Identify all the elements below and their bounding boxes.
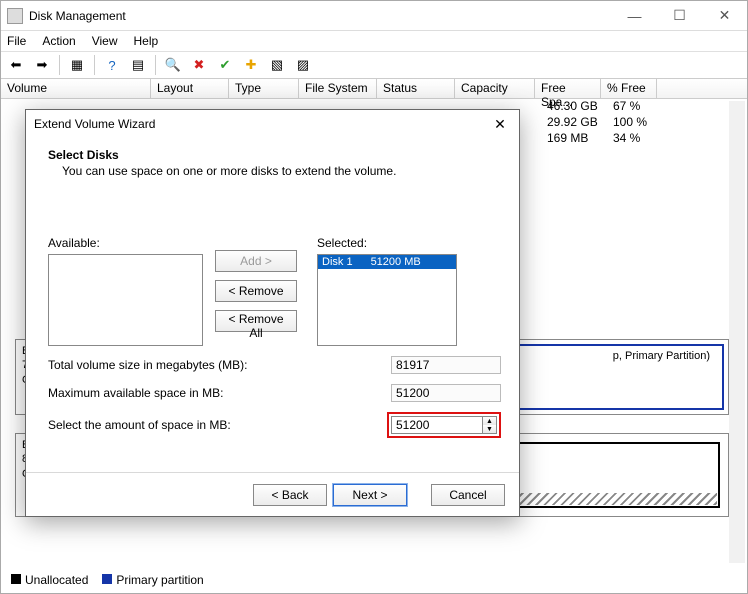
dialog-subheading: You can use space on one or more disks t… <box>62 164 501 178</box>
total-size-label: Total volume size in megabytes (MB): <box>48 358 247 372</box>
cancel-button[interactable]: Cancel <box>431 484 505 506</box>
freespace-cell: 29.92 GB <box>541 115 607 131</box>
help-icon[interactable]: ? <box>101 54 123 76</box>
dialog-title: Extend Volume Wizard <box>26 110 519 138</box>
legend-unallocated: Unallocated <box>11 573 88 587</box>
col-filesystem[interactable]: File System <box>299 79 377 98</box>
amount-input[interactable] <box>391 416 483 434</box>
menu-action[interactable]: Action <box>42 34 75 48</box>
close-button[interactable]: ✕ <box>702 1 747 30</box>
delete-icon[interactable]: ✖ <box>188 54 210 76</box>
col-layout[interactable]: Layout <box>151 79 229 98</box>
primary-swatch-icon <box>102 574 112 584</box>
max-space-label: Maximum available space in MB: <box>48 386 223 400</box>
col-volume[interactable]: Volume <box>1 79 151 98</box>
check-icon[interactable]: ✔ <box>214 54 236 76</box>
col-freespace[interactable]: Free Spa... <box>535 79 601 98</box>
app-icon <box>7 8 23 24</box>
next-button[interactable]: Next > <box>333 484 407 506</box>
col-status[interactable]: Status <box>377 79 455 98</box>
toolbar: ⬅ ➡ ▦ ? ▤ 🔍 ✖ ✔ ✚ ▧ ▨ <box>1 51 747 79</box>
total-size-value: 81917 <box>391 356 501 374</box>
unallocated-swatch-icon <box>11 574 21 584</box>
freespace-cell: 169 MB <box>541 131 607 147</box>
extend-volume-wizard-dialog: Extend Volume Wizard ✕ Select Disks You … <box>25 109 520 517</box>
refresh2-icon[interactable]: ▨ <box>292 54 314 76</box>
col-capacity[interactable]: Capacity <box>455 79 535 98</box>
titlebar: Disk Management — ☐ ✕ <box>1 1 747 31</box>
menubar: File Action View Help <box>1 31 747 51</box>
menu-view[interactable]: View <box>92 34 118 48</box>
volume-table-header: Volume Layout Type File System Status Ca… <box>1 79 747 99</box>
back-button[interactable]: < Back <box>253 484 327 506</box>
pctfree-cell: 67 % <box>607 99 663 115</box>
pctfree-cell: 34 % <box>607 131 663 147</box>
selected-listbox[interactable]: Disk 1 51200 MB <box>317 254 457 346</box>
menu-help[interactable]: Help <box>134 34 159 48</box>
pctfree-cell: 100 % <box>607 115 663 131</box>
properties-icon[interactable]: ▦ <box>66 54 88 76</box>
legend-primary: Primary partition <box>102 573 203 587</box>
selected-disk-item[interactable]: Disk 1 51200 MB <box>318 255 456 269</box>
dialog-close-button[interactable]: ✕ <box>487 114 513 134</box>
search-icon[interactable]: 🔍 <box>162 54 184 76</box>
new-icon[interactable]: ✚ <box>240 54 262 76</box>
selected-label: Selected: <box>317 236 457 250</box>
col-type[interactable]: Type <box>229 79 299 98</box>
toolbar-sep <box>94 55 95 75</box>
toolbar-sep <box>59 55 60 75</box>
dialog-heading: Select Disks <box>48 148 501 162</box>
maximize-button[interactable]: ☐ <box>657 1 702 30</box>
add-button[interactable]: Add > <box>215 250 297 272</box>
amount-label: Select the amount of space in MB: <box>48 418 231 432</box>
col-pctfree[interactable]: % Free <box>601 79 657 98</box>
spin-down-icon[interactable]: ▼ <box>483 425 496 433</box>
remove-button[interactable]: < Remove <box>215 280 297 302</box>
forward-icon[interactable]: ➡ <box>31 54 53 76</box>
menu-file[interactable]: File <box>7 34 26 48</box>
vertical-scrollbar[interactable] <box>729 101 745 563</box>
available-label: Available: <box>48 236 203 250</box>
max-space-value: 51200 <box>391 384 501 402</box>
available-listbox[interactable] <box>48 254 203 346</box>
toolbar-sep <box>155 55 156 75</box>
col-filler <box>657 79 747 98</box>
minimize-button[interactable]: — <box>612 1 657 30</box>
remove-all-button[interactable]: < Remove All <box>215 310 297 332</box>
amount-spinner-highlight: ▲ ▼ <box>387 412 501 438</box>
disk-selection-area: Available: Add > < Remove < Remove All S… <box>48 236 501 346</box>
window-title: Disk Management <box>29 9 612 23</box>
legend: Unallocated Primary partition <box>11 573 204 587</box>
spin-up-icon[interactable]: ▲ <box>483 417 496 425</box>
sheet-icon[interactable]: ▤ <box>127 54 149 76</box>
refresh1-icon[interactable]: ▧ <box>266 54 288 76</box>
freespace-cell: 46.30 GB <box>541 99 607 115</box>
back-icon[interactable]: ⬅ <box>5 54 27 76</box>
dialog-footer: < Back Next > Cancel <box>26 472 519 516</box>
